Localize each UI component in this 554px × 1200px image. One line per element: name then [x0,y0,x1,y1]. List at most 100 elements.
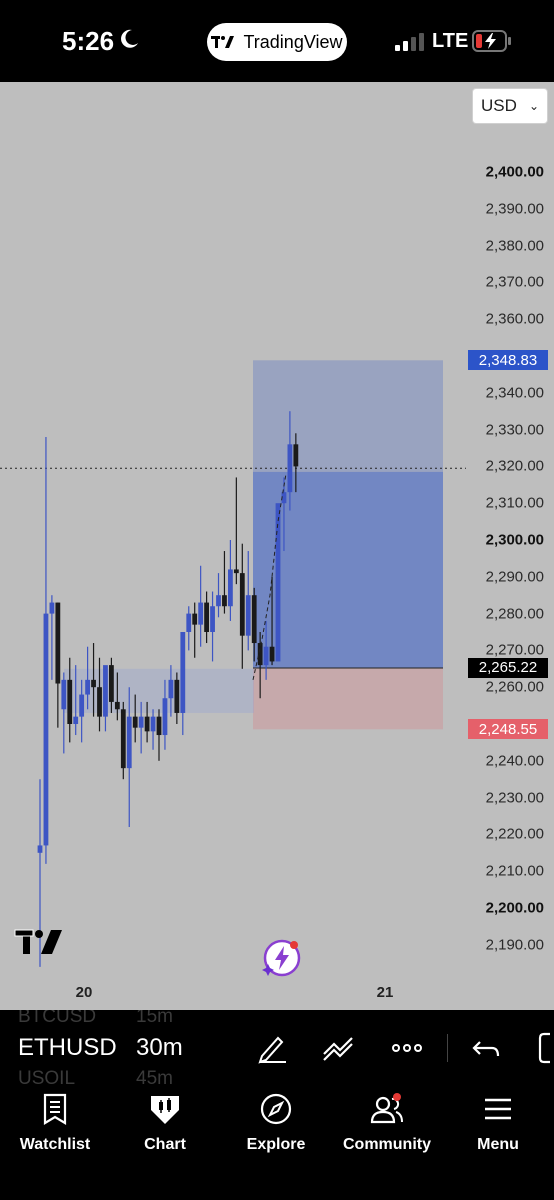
nav-chart[interactable]: Chart [110,1092,220,1154]
currency-select[interactable]: USD ⌄ [472,88,548,124]
chart-area[interactable]: USD ⌄ 2,400.00 2,390.00 2,380.00 2,370.00 2,… [0,82,554,1010]
nav-chart-label: Chart [144,1136,186,1153]
app-pill-label: TradingView [243,31,343,52]
candle-body [162,698,168,736]
chart-plot[interactable] [0,82,554,1010]
loss-zone [253,667,443,730]
candle-body [55,602,61,684]
ghost-timeframe-below: 45m [136,1068,173,1086]
tradingview-watermark-icon[interactable] [14,928,64,956]
price-axis-label: 2,370.00 [485,273,544,291]
nav-watchlist[interactable]: Watchlist [0,1092,110,1154]
timeframe-picker[interactable]: 30m [136,1034,183,1062]
ghost-symbol-below: USOIL [18,1068,76,1086]
nav-community-label: Community [343,1136,431,1153]
candle-body [126,716,132,769]
candle-body [85,679,90,695]
price-axis-label: 2,190.00 [485,936,544,954]
candle-body [120,709,126,769]
network-type: LTE [432,30,469,52]
candle-body [97,687,102,717]
candle-body [233,569,239,574]
fullscreen-icon[interactable] [532,1032,554,1064]
symbol-picker[interactable]: ETHUSD [18,1034,117,1062]
candle-body [67,679,73,724]
range-box [64,668,254,713]
current-price-tag: 2,265.22 [468,657,548,678]
candle-body [138,716,144,728]
indicators-icon[interactable] [322,1032,356,1064]
nav-explore-label: Explore [246,1136,306,1153]
status-bar: 5:26 TradingView LTE [0,0,554,82]
candle-body [198,602,204,625]
candle-body [103,665,108,717]
moon-icon [121,29,138,48]
hamburger-menu-icon [485,1098,511,1120]
signal-icon [395,33,424,51]
candle-body [293,444,299,467]
candle-body [287,444,293,493]
candle-body [257,643,263,666]
candle-body [180,632,186,713]
battery-icon [472,30,511,52]
price-axis-label: 2,200.00 [485,899,544,917]
chart-icon [151,1096,179,1124]
toolbar-divider [447,1034,448,1062]
bottom-navigation: Watchlist Chart Explore Community Menu [0,1086,554,1200]
ai-assistant-icon[interactable] [262,938,302,978]
price-axis-label: 2,230.00 [485,789,544,807]
candle-body [269,646,275,662]
nav-watchlist-label: Watchlist [19,1136,91,1153]
nav-explore[interactable]: Explore [221,1092,331,1154]
tradingview-logo-icon [211,36,235,48]
price-axis-label: 2,260.00 [485,678,544,696]
candle-body [132,716,138,728]
price-axis-label: 2,210.00 [485,862,544,880]
price-axis-label: 2,270.00 [485,641,544,659]
candle-body [73,716,79,724]
compass-icon [260,1093,292,1125]
candle-body [79,694,85,717]
candle-body [275,503,281,662]
more-options-icon[interactable] [390,1032,424,1064]
price-axis-label: 2,240.00 [485,752,544,770]
ghost-timeframe-above: 15m [136,1010,173,1027]
price-axis-label: 2,340.00 [485,384,544,402]
nav-menu-label: Menu [477,1136,519,1153]
chevron-down-icon: ⌄ [528,99,539,113]
drawing-pen-icon[interactable] [256,1032,290,1064]
candle-body [216,595,221,607]
candle-body [222,595,227,607]
nav-menu[interactable]: Menu [443,1092,553,1154]
undo-icon[interactable] [470,1032,504,1064]
symbol-bar: BTCUSD 15m ETHUSD 30m USOIL 45m [0,1010,554,1086]
candle-body [168,679,174,699]
candle-body [49,602,55,614]
price-axis-label: 2,320.00 [485,457,544,475]
candle-body [156,716,162,736]
watchlist-icon [43,1093,67,1125]
candle-body [263,646,269,666]
candle-body [204,602,209,632]
app-pill[interactable]: TradingView [207,23,347,61]
candle-body [251,595,257,644]
candle-body [210,606,215,632]
price-axis-label: 2,280.00 [485,605,544,623]
candle-body [245,595,251,636]
candle-body [186,613,192,632]
candle-body [192,613,198,625]
time-label-21: 21 [376,984,394,1001]
candle-body [91,679,96,688]
candle-body [150,716,156,732]
candle-body [37,845,43,853]
candle-body [109,665,114,702]
community-icon [370,1093,403,1124]
price-axis-label: 2,390.00 [485,200,544,218]
price-axis-label: 2,380.00 [485,237,544,255]
price-axis-label: 2,310.00 [485,494,544,512]
candle-body [174,679,180,713]
price-axis-label: 2,330.00 [485,421,544,439]
nav-community[interactable]: Community [332,1092,442,1154]
take-profit-tag: 2,348.83 [468,350,548,371]
price-axis-label: 2,300.00 [485,531,544,549]
